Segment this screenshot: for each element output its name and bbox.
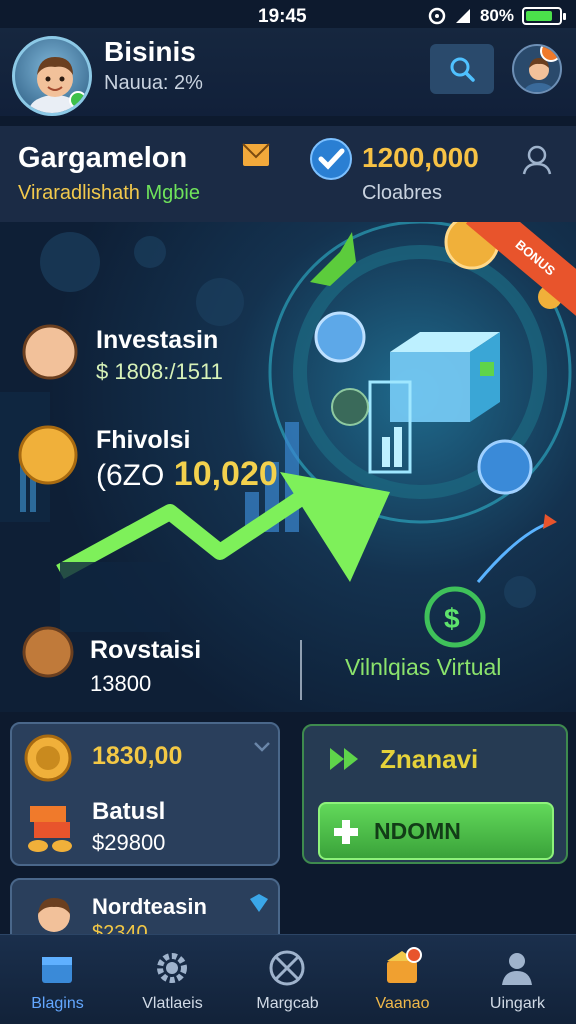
fhivolsi-label: Fhivolsi — [96, 426, 191, 454]
nav-label-profile: Uingark — [489, 995, 546, 1012]
mail-icon[interactable] — [242, 143, 270, 167]
tagline-highlight: Mgbie — [145, 182, 200, 204]
gold-coin-icon — [24, 734, 72, 782]
rovstaisi-value: 13800 — [90, 671, 152, 696]
battery-percent: 80% — [479, 6, 514, 25]
nav-item-home[interactable]: Blagins — [0, 935, 115, 1024]
check-icon — [318, 148, 345, 170]
fhivolsi-prefix: (6ZO — [96, 459, 165, 492]
shop-icon — [387, 947, 422, 983]
rovstaisi-block: Rovstaisi 13800 — [90, 636, 201, 697]
balance-label: Cloabres — [362, 182, 443, 204]
investasi-label: Investasin — [96, 326, 219, 354]
verified-icon — [310, 138, 352, 180]
bottom-nav: Blagins Vlatlaeis Margcab Vaanao Uingark — [0, 934, 576, 1024]
profile-name: Bisinis — [104, 36, 196, 67]
gold-stack-icon — [28, 806, 72, 852]
game-title: Gargamelon — [18, 142, 188, 174]
nav-item-market[interactable]: Margcab — [230, 935, 345, 1024]
nav-item-shop[interactable]: Vaanao — [345, 935, 460, 1024]
fhivolsi-block: Fhivolsi (6ZO 10,020 — [96, 426, 278, 494]
nav-label-shop: Vaanao — [375, 995, 430, 1012]
play-arrow-icon — [330, 748, 358, 770]
batusl-value: $29800 — [92, 830, 166, 855]
tagline-text: Viraradlishath — [18, 182, 140, 204]
action-button[interactable]: NDOMN — [318, 802, 554, 860]
search-icon — [450, 57, 475, 82]
friend-avatar-button[interactable] — [512, 44, 562, 94]
gear-icon — [157, 953, 187, 983]
coin-card[interactable]: 1830,00 Batusl $29800 — [10, 722, 280, 866]
no-entry-icon — [269, 950, 305, 986]
balance-amount: 1200,000 — [362, 142, 479, 173]
status-time: 19:45 — [258, 6, 307, 27]
hero-divider — [300, 640, 302, 700]
nav-label-settings: Vlatlaeis — [142, 995, 203, 1012]
alarm-icon — [428, 7, 446, 25]
fhivolsi-value: 10,020 — [173, 455, 278, 493]
nav-item-profile[interactable]: Uingark — [460, 935, 575, 1024]
action-button-label: NDOMN — [374, 817, 461, 844]
signal-icon — [455, 9, 470, 23]
user-icon — [502, 953, 532, 985]
fhivolsi-value-line: (6ZO 10,020 — [96, 455, 278, 494]
nav-label-market: Margcab — [256, 995, 319, 1012]
investasi-block: Investasin $ 1808:/1511 — [96, 326, 223, 385]
chevron-down-icon[interactable] — [252, 740, 272, 754]
avatar[interactable] — [12, 36, 92, 116]
shield-icon — [250, 894, 268, 912]
profile-subtitle: Nauua: 2% — [104, 72, 203, 94]
hero-scene: $ BONUS Investasin $ 1808:/1511 Fhivolsi… — [0, 222, 576, 712]
nav-item-settings[interactable]: Vlatlaeis — [115, 935, 230, 1024]
nordteasin-label: Nordteasin — [92, 894, 207, 919]
online-badge — [69, 91, 87, 109]
plus-icon — [334, 820, 358, 844]
status-right: 80% — [428, 6, 566, 26]
profile-outline-icon[interactable] — [520, 142, 554, 176]
info-bar: Gargamelon Viraradlishath Mgbie 1200,000… — [0, 126, 576, 222]
nav-label-home: Blagins — [31, 995, 84, 1012]
virtual-label[interactable]: Vilnlqias Virtual — [345, 654, 501, 681]
rovstaisi-label: Rovstaisi — [90, 636, 202, 664]
game-tagline: Viraradlishath Mgbie — [18, 182, 200, 205]
search-button[interactable] — [430, 44, 494, 94]
home-icon — [42, 957, 72, 983]
batusl-label: Batusl — [92, 798, 166, 825]
investasi-value: $ 1808:/1511 — [96, 359, 223, 384]
coin-amount: 1830,00 — [92, 742, 183, 770]
battery-level — [526, 11, 552, 21]
svg-text:$: $ — [444, 603, 460, 634]
hero-background-art: $ — [0, 222, 572, 678]
profile-header: Bisinis Nauua: 2% — [0, 28, 576, 116]
battery-icon — [522, 7, 566, 25]
action-title: Znanavi — [380, 744, 479, 774]
notification-badge — [540, 46, 560, 62]
action-card: Znanavi NDOMN — [302, 724, 568, 864]
